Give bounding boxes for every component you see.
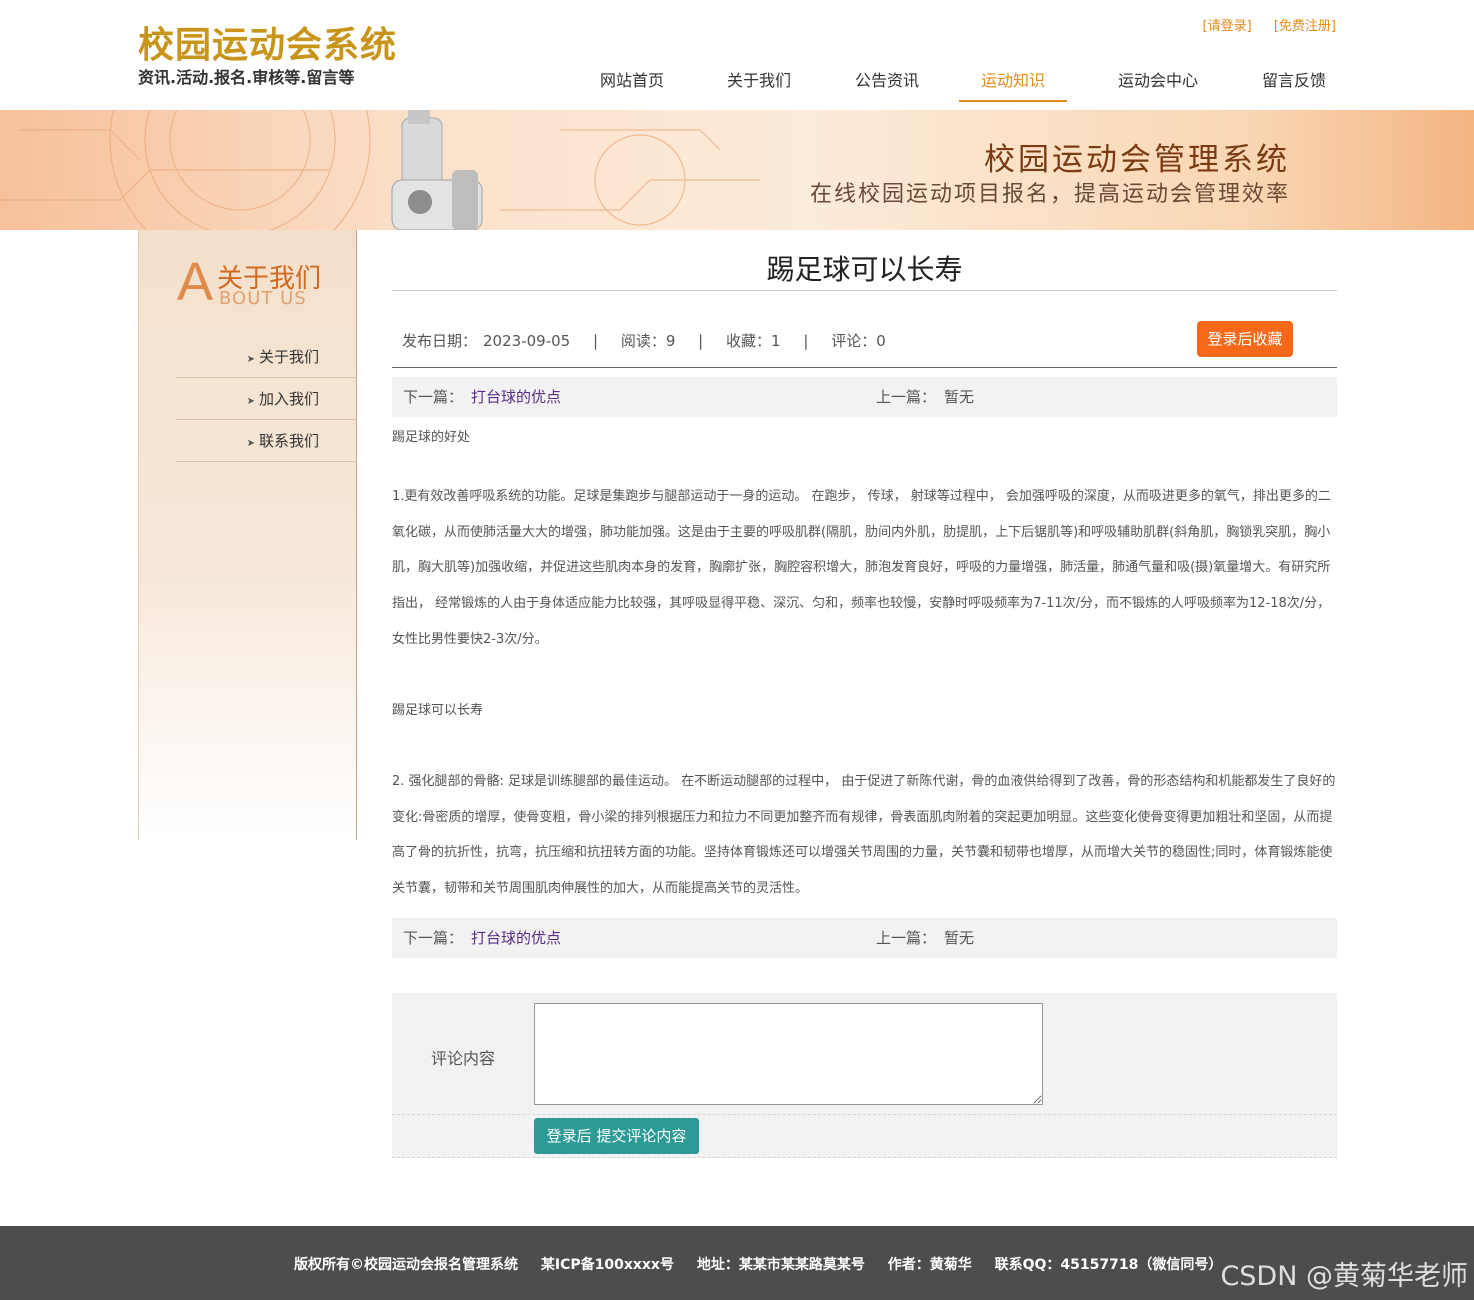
comment-form: 评论内容 登录后 提交评论内容 bbox=[392, 993, 1337, 1158]
date-label: 发布日期： bbox=[402, 332, 478, 350]
next-article-link[interactable]: 打台球的优点 bbox=[471, 918, 561, 958]
site-footer: 版权所有©校园运动会报名管理系统 某ICP备100xxxx号 地址：某某市某某路… bbox=[0, 1226, 1474, 1300]
nav-item-news[interactable]: 公告资讯 bbox=[824, 58, 950, 102]
chevron-right-icon: ➤ bbox=[246, 438, 255, 449]
meta-separator: | bbox=[698, 332, 704, 350]
sidebar-item-label: 加入我们 bbox=[258, 390, 319, 408]
footer-address: 地址：某某市某某路莫某号 bbox=[696, 1257, 865, 1273]
sidebar-menu: ➤ 关于我们 ➤ 加入我们 ➤ 联系我们 bbox=[176, 336, 357, 462]
article-meta: 发布日期： 2023-09-05 | 阅读：9 | 收藏：1 | 评论：0 bbox=[402, 330, 886, 351]
site-logo-title[interactable]: 校园运动会系统 bbox=[138, 16, 397, 68]
main-nav: 网站首页 关于我们 公告资讯 运动知识 运动会中心 留言反馈 bbox=[570, 58, 1357, 102]
sidebar-item-contact[interactable]: ➤ 联系我们 bbox=[176, 420, 357, 462]
csdn-watermark: CSDN @黄菊华老师 bbox=[1220, 1261, 1468, 1292]
nav-item-sports-knowledge[interactable]: 运动知识 bbox=[959, 58, 1067, 102]
site-header: 校园运动会系统 资讯.活动.报名.审核等.留言等 [请登录] [免费注册] 网站… bbox=[0, 0, 1474, 110]
article-paragraph: 踢足球的好处 bbox=[392, 430, 471, 445]
comment-submit-row: 登录后 提交评论内容 bbox=[392, 1115, 1337, 1158]
footer-icp: 某ICP备100xxxx号 bbox=[540, 1257, 674, 1273]
footer-author: 作者：黄菊华 bbox=[887, 1257, 972, 1273]
hero-banner: 校园运动会管理系统 在线校园运动项目报名，提高运动会管理效率 bbox=[0, 110, 1474, 230]
nav-item-feedback[interactable]: 留言反馈 bbox=[1231, 58, 1357, 102]
favorites-label: 收藏： bbox=[726, 332, 772, 350]
meta-separator: | bbox=[592, 332, 599, 350]
article-paragraph: 1.更有效改善呼吸系统的功能。足球是集跑步与腿部运动于一身的运动。 在跑步， 传… bbox=[392, 489, 1331, 647]
footer-info: 版权所有©校园运动会报名管理系统 某ICP备100xxxx号 地址：某某市某某路… bbox=[294, 1254, 1240, 1274]
nav-item-about[interactable]: 关于我们 bbox=[694, 58, 824, 102]
reads-label: 阅读： bbox=[620, 332, 666, 350]
prev-article-value: 暂无 bbox=[944, 388, 975, 406]
site-logo-subtitle: 资讯.活动.报名.审核等.留言等 bbox=[138, 68, 355, 87]
sidebar-item-label: 关于我们 bbox=[258, 348, 319, 366]
sidebar-item-label: 联系我们 bbox=[258, 432, 319, 450]
footer-qq: 联系QQ：45157718（微信同号） bbox=[994, 1257, 1223, 1273]
prev-next-nav-top: 下一篇： 打台球的优点 上一篇： 暂无 bbox=[392, 377, 1337, 417]
register-link[interactable]: [免费注册] bbox=[1274, 19, 1336, 34]
submit-comment-button[interactable]: 登录后 提交评论内容 bbox=[534, 1118, 699, 1154]
meta-divider bbox=[392, 367, 1337, 368]
next-label: 下一篇： bbox=[403, 929, 464, 947]
nav-item-sports-center[interactable]: 运动会中心 bbox=[1085, 58, 1231, 102]
article-title: 踢足球可以长寿 bbox=[766, 253, 963, 286]
login-link[interactable]: [请登录] bbox=[1203, 19, 1252, 34]
favorite-button[interactable]: 登录后收藏 bbox=[1197, 321, 1293, 357]
favorite-count: 1 bbox=[771, 332, 781, 350]
comment-textarea[interactable] bbox=[534, 1003, 1043, 1105]
comment-count: 0 bbox=[876, 332, 886, 350]
article-paragraph: 踢足球可以长寿 bbox=[392, 703, 484, 718]
banner-title: 校园运动会管理系统 bbox=[984, 142, 1290, 178]
next-article-link[interactable]: 打台球的优点 bbox=[471, 377, 561, 417]
next-label: 下一篇： bbox=[403, 388, 464, 406]
prev-article-value: 暂无 bbox=[944, 929, 975, 947]
publish-date: 2023-09-05 bbox=[483, 332, 571, 350]
comment-row: 评论内容 bbox=[392, 993, 1337, 1115]
title-divider bbox=[392, 290, 1337, 291]
comments-label: 评论： bbox=[831, 332, 877, 350]
read-count: 9 bbox=[665, 332, 676, 350]
robot-arm-icon bbox=[391, 110, 483, 230]
sidebar-item-about[interactable]: ➤ 关于我们 bbox=[176, 336, 357, 378]
sidebar-heading-letter: A bbox=[177, 252, 214, 312]
prev-label: 上一篇： bbox=[876, 929, 937, 947]
sidebar-item-join[interactable]: ➤ 加入我们 bbox=[176, 378, 357, 420]
chevron-right-icon: ➤ bbox=[246, 354, 255, 365]
sidebar: A 关于我们 BOUT US ➤ 关于我们 ➤ 加入我们 ➤ 联系我们 bbox=[138, 230, 357, 840]
article-paragraph: 2. 强化腿部的骨骼: 足球是训练腿部的最佳运动。 在不断运动腿部的过程中， 由… bbox=[392, 774, 1336, 897]
banner-subtitle: 在线校园运动项目报名，提高运动会管理效率 bbox=[809, 182, 1290, 207]
top-account-links: [请登录] [免费注册] bbox=[1185, 15, 1336, 34]
comment-label: 评论内容 bbox=[431, 1049, 496, 1068]
nav-item-home[interactable]: 网站首页 bbox=[570, 58, 694, 102]
prev-next-nav-bottom: 下一篇： 打台球的优点 上一篇： 暂无 bbox=[392, 918, 1337, 958]
chevron-right-icon: ➤ bbox=[246, 396, 255, 407]
sidebar-heading-en: BOUT US bbox=[219, 288, 307, 309]
footer-copyright: 版权所有©校园运动会报名管理系统 bbox=[294, 1257, 518, 1273]
prev-label: 上一篇： bbox=[876, 388, 937, 406]
meta-separator: | bbox=[803, 332, 809, 350]
